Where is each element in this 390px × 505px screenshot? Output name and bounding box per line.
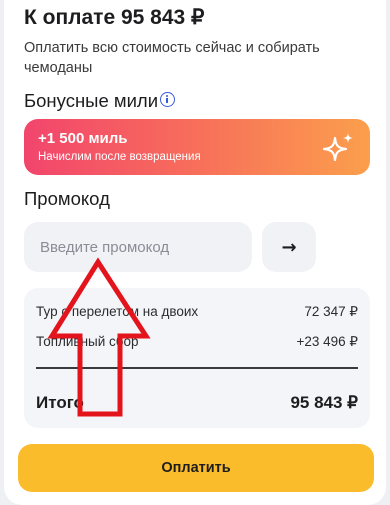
bonus-miles-note: Начислим после возвращения [38, 151, 201, 163]
pay-button[interactable]: Оплатить [18, 444, 374, 492]
price-summary: Тур с перелетом на двоих 72 347 ₽ Топлив… [24, 288, 370, 428]
summary-row-value: 72 347 ₽ [304, 304, 358, 319]
total-value: 95 843 ₽ [290, 393, 358, 412]
bonus-miles-title: Бонусные мили [24, 90, 159, 111]
checkout-card: К оплате 95 843 ₽ Оплатить всю стоимость… [4, 0, 386, 505]
summary-divider [36, 367, 358, 369]
summary-row-label: Топливный сбор [36, 334, 139, 349]
payment-total-title: К оплате 95 843 ₽ [24, 6, 205, 29]
summary-row-value: +23 496 ₽ [296, 334, 358, 349]
sparkle-icon [322, 133, 353, 162]
promo-code-input[interactable] [24, 222, 252, 272]
summary-row-label: Тур с перелетом на двоих [36, 304, 199, 319]
bonus-miles-banner: +1 500 миль Начислим после возвращения [24, 119, 370, 175]
info-icon[interactable] [160, 92, 175, 107]
arrow-right-icon: → [281, 236, 297, 258]
promo-submit-button[interactable]: → [262, 222, 316, 272]
total-label: Итого [36, 393, 84, 412]
promo-code-title: Промокод [24, 188, 110, 209]
bonus-miles-amount: +1 500 миль [38, 130, 128, 147]
payment-subtitle: Оплатить всю стоимость сейчас и собирать… [24, 40, 320, 76]
